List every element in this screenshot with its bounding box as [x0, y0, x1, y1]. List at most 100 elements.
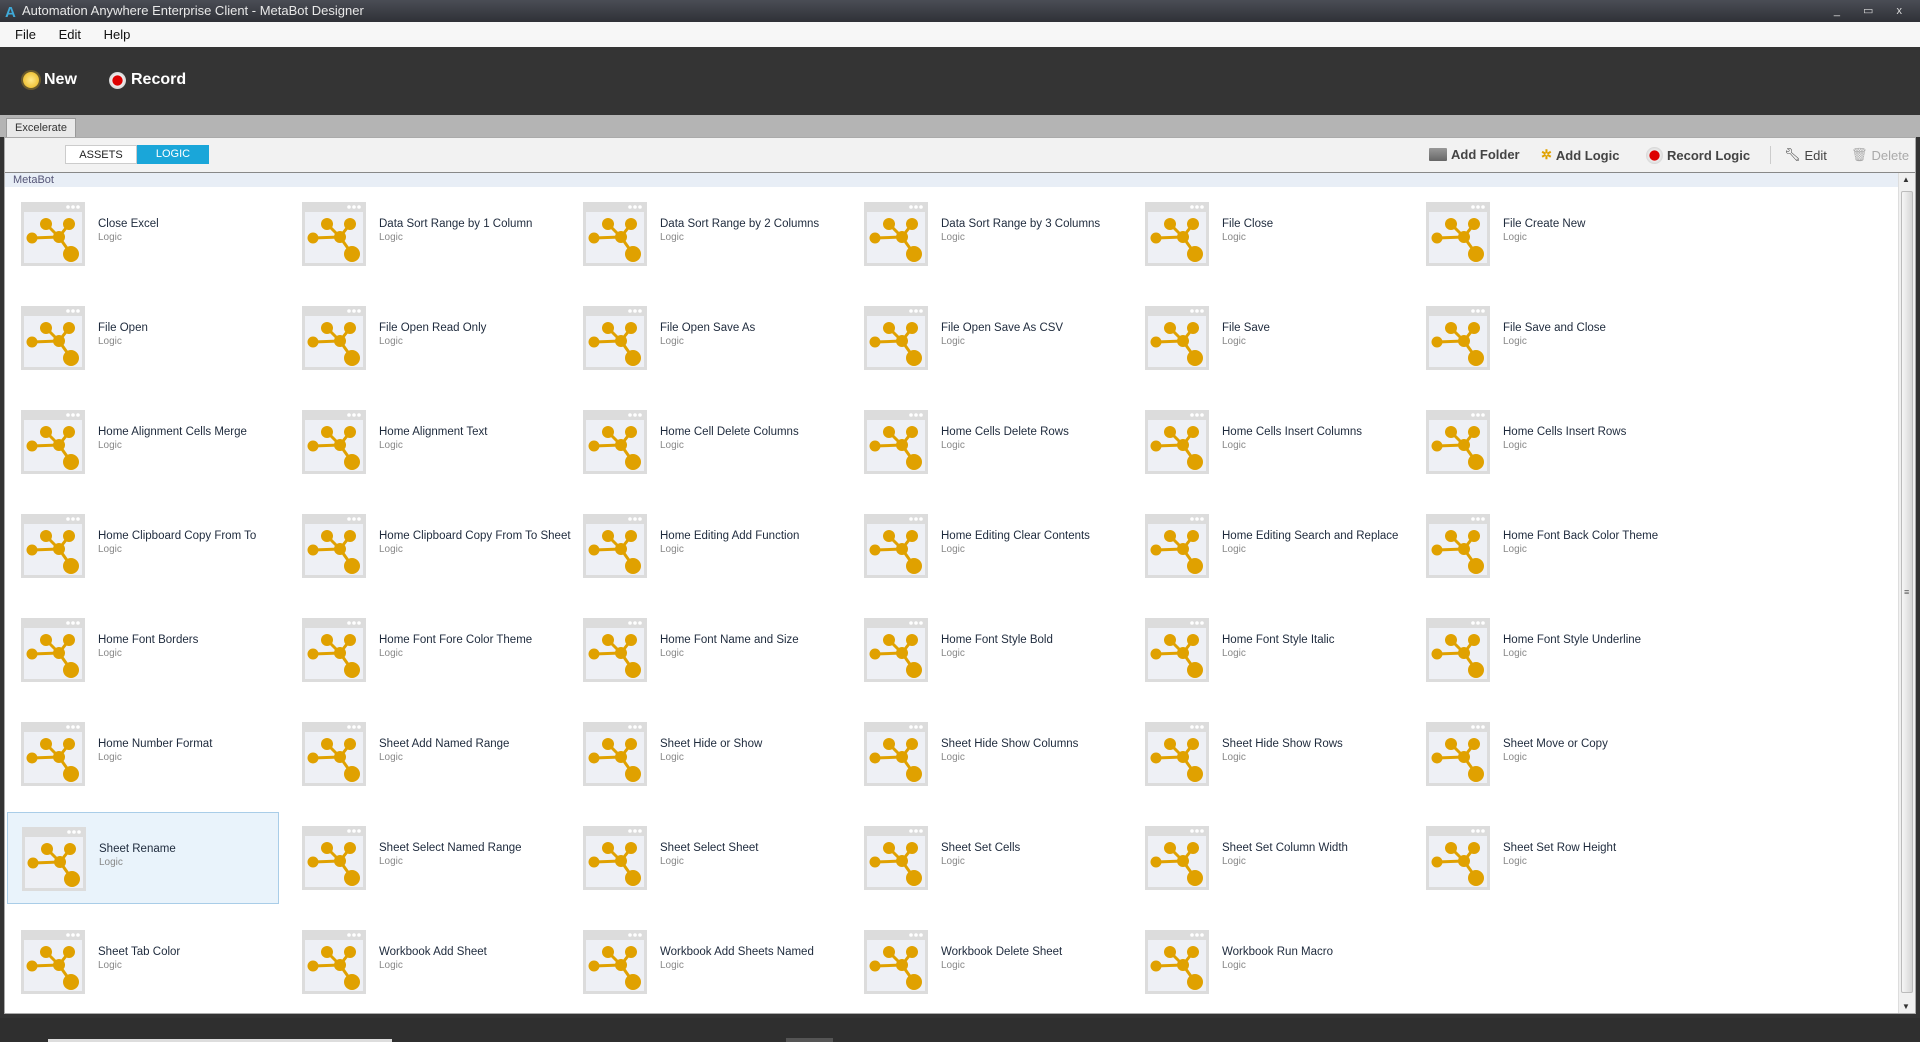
- logic-item-name: Sheet Set Cells: [941, 842, 1021, 854]
- logic-item[interactable]: Home Font Borders Logic: [7, 604, 279, 696]
- logic-icon: [1426, 826, 1490, 890]
- window-title: Automation Anywhere Enterprise Client - …: [22, 3, 364, 18]
- logic-item[interactable]: File Open Read Only Logic: [288, 292, 560, 384]
- logic-item-name: File Create New: [1503, 218, 1586, 230]
- logic-item[interactable]: File Save Logic: [1131, 292, 1403, 384]
- logic-item[interactable]: Home Cells Delete Rows Logic: [850, 396, 1122, 488]
- logic-item[interactable]: Home Cells Insert Columns Logic: [1131, 396, 1403, 488]
- logic-item[interactable]: Home Font Back Color Theme Logic: [1412, 500, 1684, 592]
- menu-file[interactable]: File: [15, 27, 36, 42]
- logic-item-name: Workbook Run Macro: [1222, 946, 1333, 958]
- logic-item[interactable]: Sheet Tab Color Logic: [7, 916, 279, 1008]
- assets-tab[interactable]: ASSETS: [65, 145, 137, 164]
- scroll-up-icon[interactable]: ▲: [1902, 175, 1910, 184]
- scroll-thumb[interactable]: ≡: [1901, 191, 1913, 993]
- logic-item-type: Logic: [379, 544, 403, 555]
- logic-item[interactable]: Sheet Rename Logic: [7, 812, 279, 904]
- tab-excelerate[interactable]: Excelerate: [6, 118, 76, 137]
- logic-item-type: Logic: [941, 856, 965, 867]
- logic-item-type: Logic: [379, 856, 403, 867]
- logic-item-name: Sheet Select Named Range: [379, 842, 522, 854]
- logic-item[interactable]: Home Alignment Text Logic: [288, 396, 560, 488]
- logic-icon: [302, 722, 366, 786]
- logic-item-type: Logic: [660, 752, 684, 763]
- logic-icon: [1426, 722, 1490, 786]
- logic-item-type: Logic: [98, 960, 122, 971]
- logic-item-type: Logic: [1503, 440, 1527, 451]
- logic-icon: [302, 306, 366, 370]
- vertical-scrollbar[interactable]: ▲ ≡ ▼: [1898, 173, 1915, 1013]
- logic-item[interactable]: Workbook Add Sheet Logic: [288, 916, 560, 1008]
- logic-item[interactable]: File Open Save As CSV Logic: [850, 292, 1122, 384]
- logic-item-type: Logic: [941, 752, 965, 763]
- logic-item-name: Home Font Fore Color Theme: [379, 634, 533, 646]
- record-logic-label: Record Logic: [1667, 148, 1751, 163]
- record-button[interactable]: Record: [109, 71, 186, 89]
- logic-item[interactable]: Home Editing Add Function Logic: [569, 500, 841, 592]
- scroll-down-icon[interactable]: ▼: [1902, 1002, 1910, 1011]
- logic-item[interactable]: File Save and Close Logic: [1412, 292, 1684, 384]
- new-button[interactable]: New: [23, 71, 77, 89]
- logic-item[interactable]: Home Cell Delete Columns Logic: [569, 396, 841, 488]
- edit-button[interactable]: 🔧︎ Edit: [1784, 147, 1827, 163]
- logic-item[interactable]: File Open Save As Logic: [569, 292, 841, 384]
- logic-item-type: Logic: [941, 648, 965, 659]
- logic-item[interactable]: Sheet Hide Show Rows Logic: [1131, 708, 1403, 800]
- record-logic-button[interactable]: Record Logic: [1646, 147, 1750, 164]
- logic-item[interactable]: Workbook Run Macro Logic: [1131, 916, 1403, 1008]
- logic-item[interactable]: Sheet Add Named Range Logic: [288, 708, 560, 800]
- menu-edit[interactable]: Edit: [59, 27, 81, 42]
- logic-item[interactable]: Home Font Fore Color Theme Logic: [288, 604, 560, 696]
- logic-item[interactable]: Home Cells Insert Rows Logic: [1412, 396, 1684, 488]
- logic-item[interactable]: Data Sort Range by 3 Columns Logic: [850, 188, 1122, 280]
- logic-item[interactable]: File Open Logic: [7, 292, 279, 384]
- logic-item[interactable]: Home Clipboard Copy From To Sheet Logic: [288, 500, 571, 592]
- logic-item[interactable]: Home Font Style Italic Logic: [1131, 604, 1403, 696]
- logic-item-name: Sheet Hide Show Columns: [941, 738, 1079, 750]
- logic-item[interactable]: Close Excel Logic: [7, 188, 279, 280]
- logic-item[interactable]: Sheet Set Row Height Logic: [1412, 812, 1684, 904]
- logic-item-type: Logic: [1222, 440, 1246, 451]
- logic-item[interactable]: Sheet Select Sheet Logic: [569, 812, 841, 904]
- logic-item-name: Home Cells Delete Rows: [941, 426, 1069, 438]
- logic-tab[interactable]: LOGIC: [137, 145, 209, 164]
- delete-button[interactable]: 🗑︎ Delete: [1851, 147, 1909, 163]
- logic-icon: [583, 826, 647, 890]
- logic-icon: [864, 410, 928, 474]
- logic-item[interactable]: Home Font Name and Size Logic: [569, 604, 841, 696]
- logic-item[interactable]: Data Sort Range by 2 Columns Logic: [569, 188, 841, 280]
- logic-icon: [302, 514, 366, 578]
- logic-item[interactable]: Home Alignment Cells Merge Logic: [7, 396, 279, 488]
- logic-item-name: Sheet Set Row Height: [1503, 842, 1617, 854]
- logic-item-name: Sheet Add Named Range: [379, 738, 510, 750]
- logic-item[interactable]: Sheet Move or Copy Logic: [1412, 708, 1684, 800]
- logic-item[interactable]: Workbook Delete Sheet Logic: [850, 916, 1122, 1008]
- logic-item[interactable]: Sheet Set Column Width Logic: [1131, 812, 1403, 904]
- logic-item-name: File Open: [98, 322, 148, 334]
- logic-item-type: Logic: [1222, 336, 1246, 347]
- add-logic-button[interactable]: ✲ Add Logic: [1541, 147, 1619, 163]
- add-folder-button[interactable]: Add Folder: [1429, 147, 1520, 162]
- logic-item-name: Home Font Style Underline: [1503, 634, 1642, 646]
- logic-item[interactable]: Home Number Format Logic: [7, 708, 279, 800]
- menu-help[interactable]: Help: [104, 27, 131, 42]
- logic-toolbar: ASSETS LOGIC Add Folder ✲ Add Logic Recor…: [5, 138, 1915, 173]
- logic-icon: [1426, 514, 1490, 578]
- logic-item[interactable]: Sheet Hide or Show Logic: [569, 708, 841, 800]
- logic-item[interactable]: Home Editing Search and Replace Logic: [1131, 500, 1403, 592]
- logic-item[interactable]: Home Clipboard Copy From To Logic: [7, 500, 279, 592]
- logic-item[interactable]: Sheet Hide Show Columns Logic: [850, 708, 1122, 800]
- logic-item[interactable]: Workbook Add Sheets Named Logic: [569, 916, 841, 1008]
- logic-item[interactable]: File Create New Logic: [1412, 188, 1684, 280]
- logic-item[interactable]: Sheet Set Cells Logic: [850, 812, 1122, 904]
- logic-item-type: Logic: [660, 960, 684, 971]
- logic-item[interactable]: Home Font Style Bold Logic: [850, 604, 1122, 696]
- logic-item[interactable]: Sheet Select Named Range Logic: [288, 812, 560, 904]
- logic-item[interactable]: File Close Logic: [1131, 188, 1403, 280]
- logic-item[interactable]: Data Sort Range by 1 Column Logic: [288, 188, 560, 280]
- logic-item[interactable]: Home Editing Clear Contents Logic: [850, 500, 1122, 592]
- logic-item[interactable]: Home Font Style Underline Logic: [1412, 604, 1684, 696]
- logic-item-name: Home Font Back Color Theme: [1503, 530, 1659, 542]
- logic-item-name: Data Sort Range by 2 Columns: [660, 218, 820, 230]
- window-controls[interactable]: _ ▭ x: [1834, 0, 1912, 22]
